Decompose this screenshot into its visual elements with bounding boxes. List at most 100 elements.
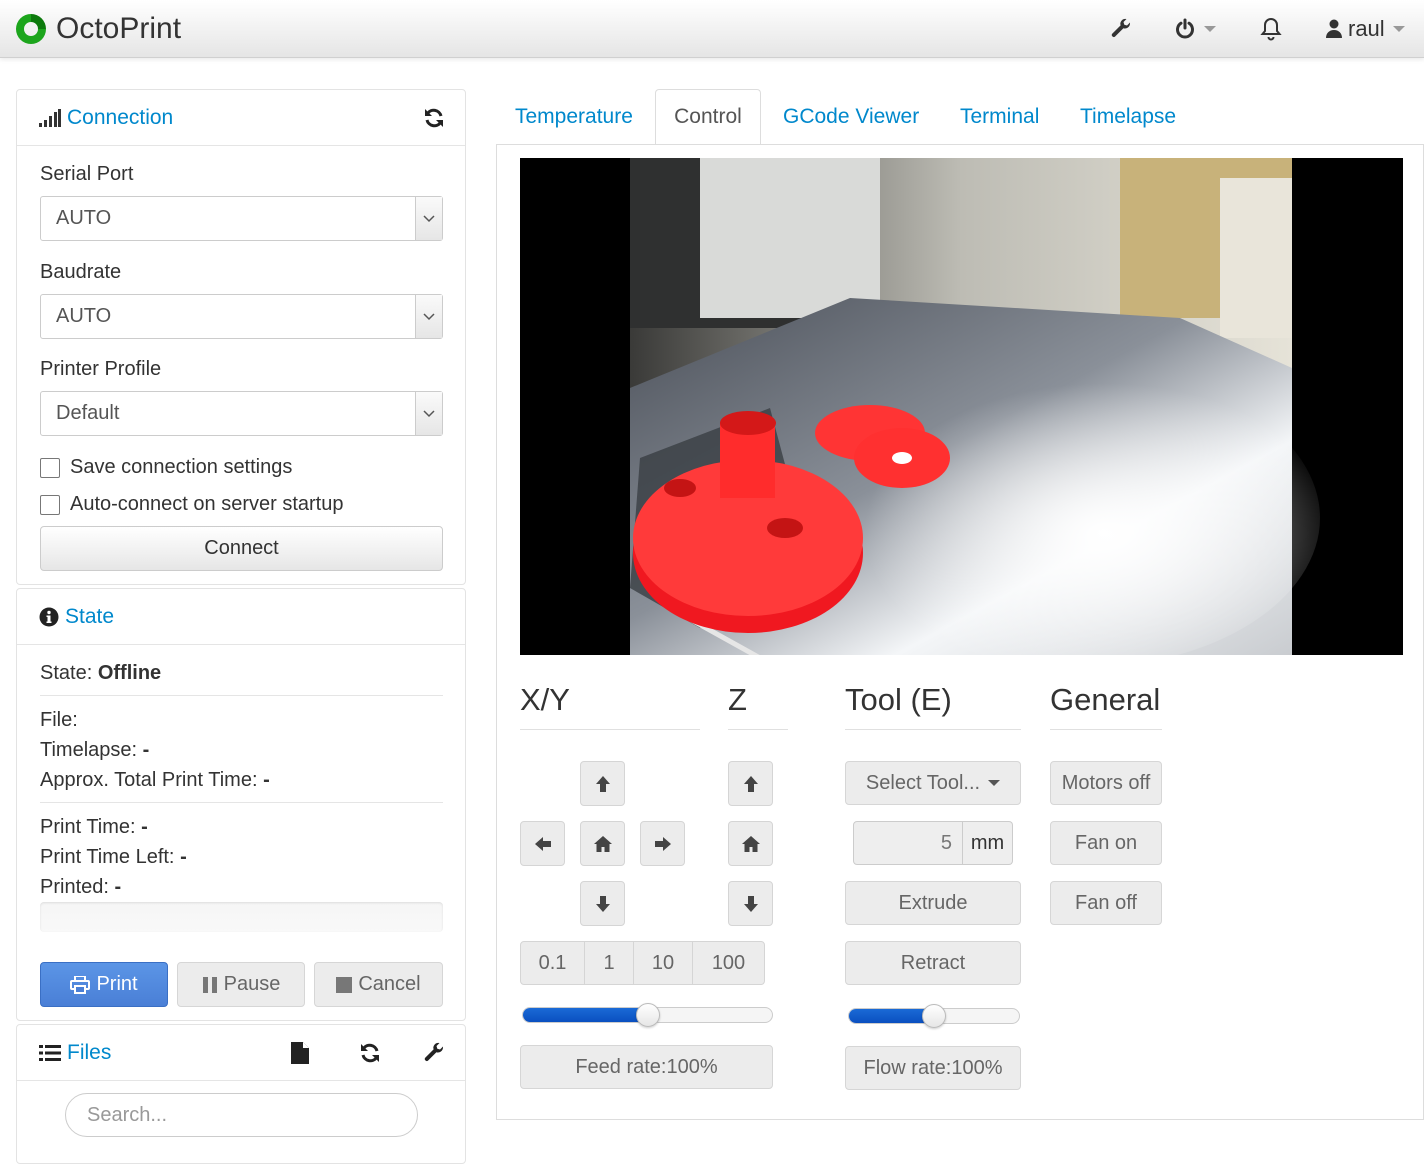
chevron-down-icon[interactable] — [415, 295, 442, 338]
arrow-up-icon — [743, 775, 758, 792]
home-z-button[interactable] — [728, 821, 773, 866]
retract-button[interactable]: Retract — [845, 941, 1021, 985]
jog-x-minus-button[interactable] — [520, 821, 565, 866]
printed-info: Printed: - — [40, 876, 121, 899]
settings-button[interactable] — [1110, 12, 1132, 46]
bell-icon — [1260, 17, 1282, 41]
brand[interactable]: OctoPrint — [14, 10, 181, 48]
serial-port-select[interactable]: AUTO — [40, 196, 443, 241]
save-settings-row[interactable]: Save connection settings — [40, 456, 292, 479]
fan-on-button[interactable]: Fan on — [1050, 821, 1162, 865]
printed-value: - — [114, 876, 122, 898]
user-menu-button[interactable]: raul — [1326, 12, 1405, 46]
tab-control[interactable]: Control — [655, 89, 761, 145]
jog-z-minus-button[interactable] — [728, 881, 773, 926]
chevron-down-icon[interactable] — [415, 197, 442, 240]
divider — [728, 729, 788, 730]
arrow-down-icon — [743, 895, 758, 912]
pause-button[interactable]: Pause — [177, 962, 305, 1007]
connect-button[interactable]: Connect — [40, 526, 443, 571]
connection-title[interactable]: Connection — [67, 106, 173, 130]
notifications-button[interactable] — [1260, 12, 1282, 46]
print-time-label: Print Time: — [40, 816, 136, 838]
cancel-button[interactable]: Cancel — [314, 962, 443, 1007]
files-search-input[interactable]: Search... — [65, 1093, 418, 1137]
arrow-up-icon — [595, 775, 610, 792]
print-button[interactable]: Print — [40, 962, 168, 1007]
total-time-label: Approx. Total Print Time: — [40, 769, 258, 791]
pause-button-label: Pause — [223, 973, 281, 995]
jog-step-selector: 0.1 1 10 100 — [520, 941, 765, 985]
jog-x-plus-button[interactable] — [640, 821, 685, 866]
flow-rate-button[interactable]: Flow rate:100% — [845, 1046, 1021, 1090]
files-panel-header[interactable]: Files — [17, 1025, 465, 1081]
divider — [520, 729, 700, 730]
tab-terminal[interactable]: Terminal — [960, 89, 1039, 145]
printer-profile-label: Printer Profile — [40, 358, 162, 380]
fan-off-button[interactable]: Fan off — [1050, 881, 1162, 925]
brand-name: OctoPrint — [56, 12, 182, 45]
step-0-1-button[interactable]: 0.1 — [520, 941, 585, 985]
step-1-button[interactable]: 1 — [584, 941, 634, 985]
autoconnect-row[interactable]: Auto-connect on server startup — [40, 493, 343, 516]
save-settings-checkbox[interactable] — [40, 457, 60, 478]
power-icon — [1176, 18, 1194, 39]
total-time-value: - — [263, 769, 270, 791]
divider — [40, 802, 443, 803]
general-title: General — [1050, 682, 1161, 717]
printer-profile-value: Default — [56, 402, 120, 424]
navbar: OctoPrint raul — [0, 0, 1424, 58]
tool-title: Tool (E) — [845, 682, 952, 717]
printer-profile-select[interactable]: Default — [40, 391, 443, 436]
chevron-down-icon[interactable] — [415, 392, 442, 435]
extrude-amount-input[interactable]: 5 — [853, 821, 963, 865]
feed-rate-button[interactable]: Feed rate:100% — [520, 1045, 773, 1089]
step-100-button[interactable]: 100 — [692, 941, 765, 985]
state-panel: State State: Offline File: Timelapse: - … — [16, 588, 466, 1021]
connection-panel: Connection Serial Port AUTO Baudrate AUT… — [16, 89, 466, 585]
file-icon[interactable] — [291, 1042, 309, 1064]
wrench-icon — [1111, 18, 1130, 37]
flow-rate-slider-handle[interactable] — [922, 1004, 946, 1028]
arrow-right-icon — [654, 836, 671, 851]
file-info: File: — [40, 709, 78, 732]
file-label: File: — [40, 709, 78, 731]
tab-temperature[interactable]: Temperature — [515, 89, 633, 145]
system-menu-button[interactable] — [1174, 12, 1216, 46]
feed-rate-slider-handle[interactable] — [636, 1003, 660, 1027]
wrench-icon[interactable] — [423, 1042, 445, 1064]
feed-rate-slider[interactable] — [522, 1003, 773, 1027]
extrude-button[interactable]: Extrude — [845, 881, 1021, 925]
tab-gcode-viewer[interactable]: GCode Viewer — [783, 89, 919, 145]
info-icon — [39, 607, 59, 626]
baudrate-label: Baudrate — [40, 261, 122, 283]
files-title[interactable]: Files — [67, 1041, 111, 1065]
jog-y-minus-button[interactable] — [580, 881, 625, 926]
timelapse-value: - — [142, 739, 150, 761]
refresh-icon[interactable] — [359, 1042, 381, 1064]
printer-icon — [70, 975, 91, 994]
octoprint-logo-icon — [16, 14, 46, 44]
print-progress-bar — [40, 902, 443, 932]
jog-z-plus-button[interactable] — [728, 761, 773, 806]
home-xy-button[interactable] — [580, 821, 625, 866]
main-tabs: Temperature Control GCode Viewer Termina… — [496, 89, 1424, 145]
state-title[interactable]: State — [65, 605, 114, 629]
autoconnect-checkbox[interactable] — [40, 494, 60, 515]
chevron-down-icon — [1392, 26, 1405, 32]
tab-timelapse[interactable]: Timelapse — [1080, 89, 1176, 145]
connection-panel-header[interactable]: Connection — [17, 90, 465, 146]
state-panel-header[interactable]: State — [17, 589, 465, 645]
refresh-icon[interactable] — [423, 107, 445, 129]
flow-rate-slider[interactable] — [848, 1004, 1020, 1028]
select-tool-dropdown[interactable]: Select Tool... — [845, 761, 1021, 805]
step-10-button[interactable]: 10 — [633, 941, 693, 985]
print-button-label: Print — [96, 973, 138, 995]
print-time-info: Print Time: - — [40, 816, 148, 839]
motors-off-button[interactable]: Motors off — [1050, 761, 1162, 805]
home-icon — [741, 835, 760, 852]
jog-y-plus-button[interactable] — [580, 761, 625, 806]
home-icon — [593, 835, 612, 852]
timelapse-label: Timelapse: — [40, 739, 138, 761]
baudrate-select[interactable]: AUTO — [40, 294, 443, 339]
